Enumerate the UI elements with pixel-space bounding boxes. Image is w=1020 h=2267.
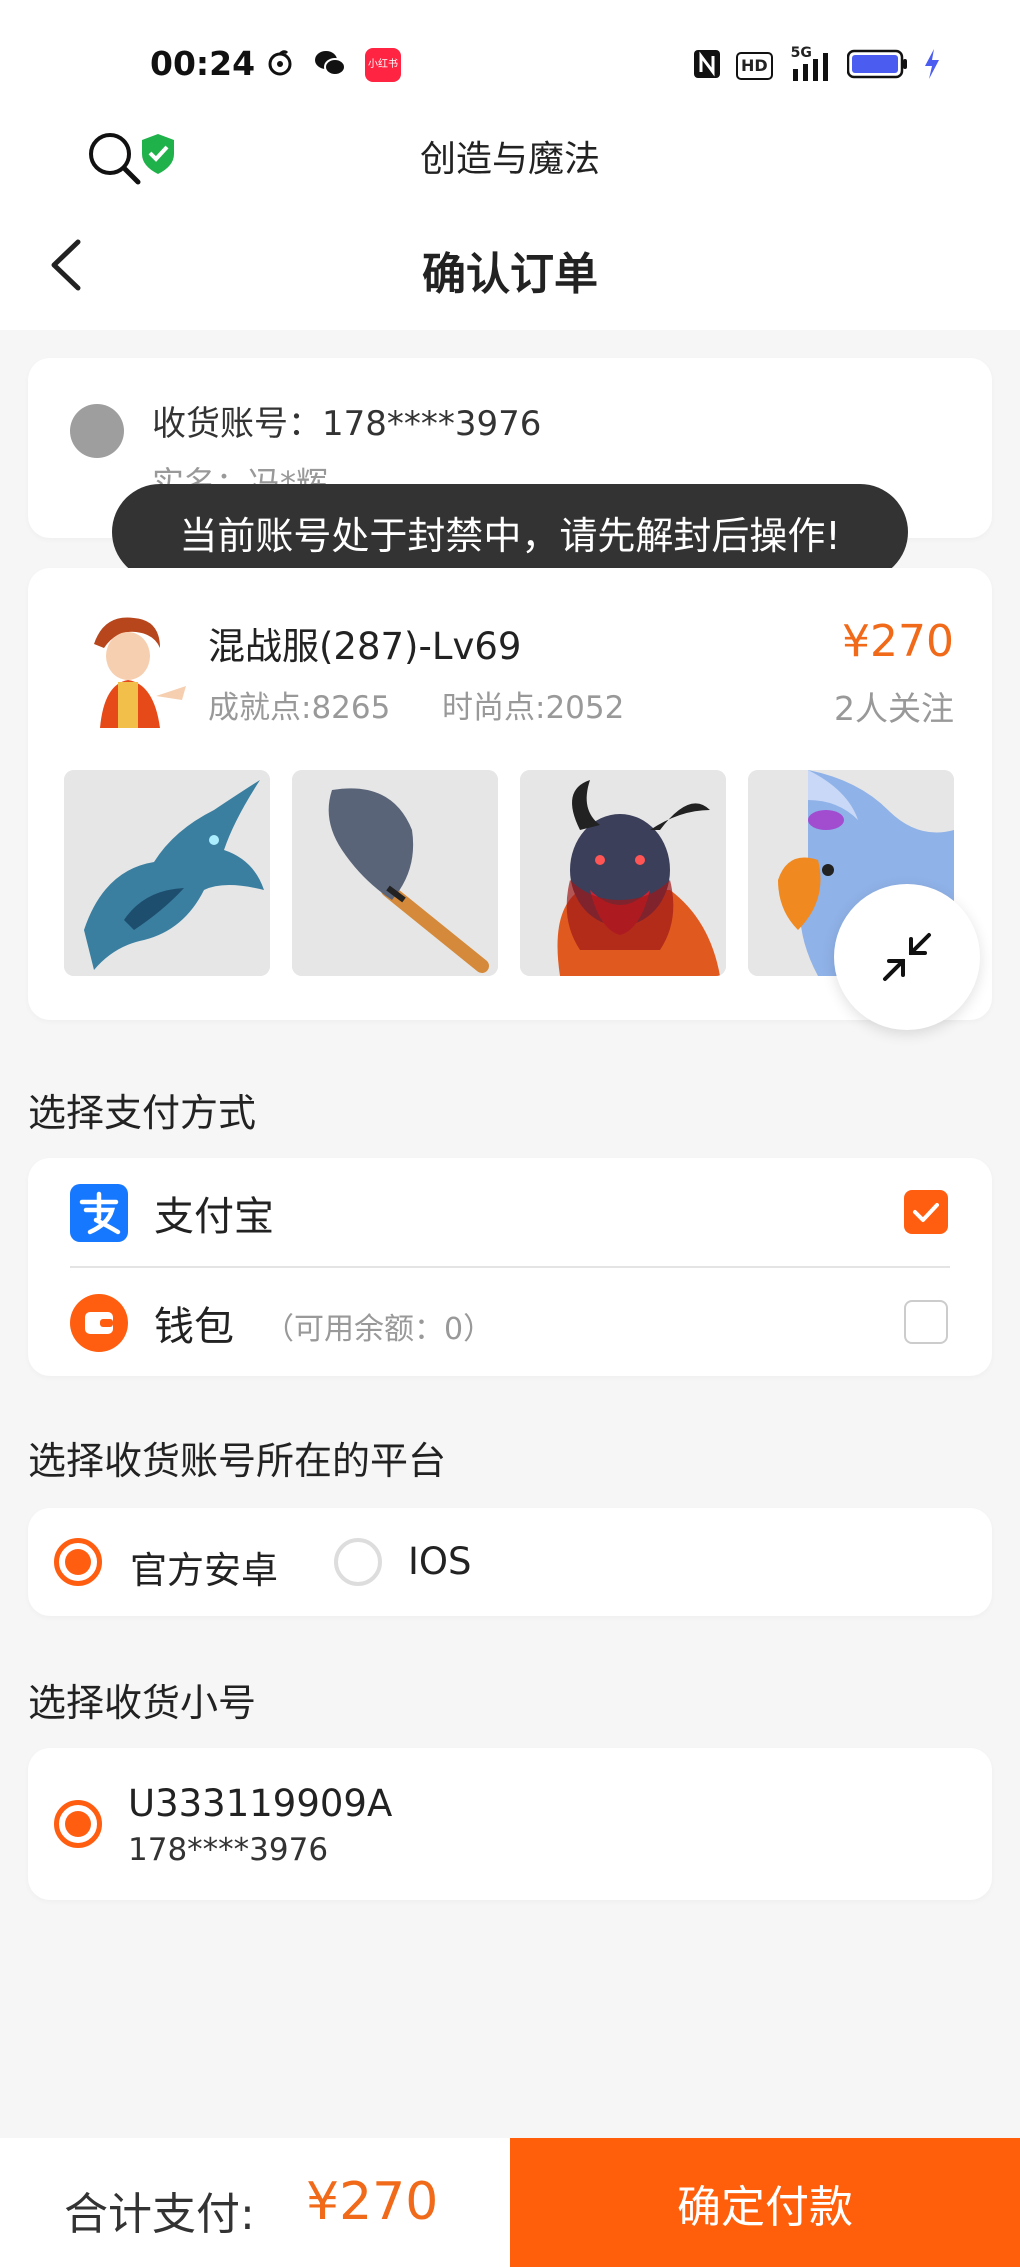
- confirm-pay-button[interactable]: 确定付款: [510, 2138, 1020, 2267]
- status-time: 00:24: [150, 44, 256, 83]
- alipay-icon: [70, 1184, 128, 1242]
- signal-5g-icon: 5G: [787, 45, 833, 83]
- alipay-option[interactable]: 支付宝: [28, 1158, 992, 1266]
- android-radio[interactable]: [54, 1538, 102, 1586]
- page-title: 确认订单: [422, 249, 598, 300]
- item-thumbnails: [64, 770, 954, 976]
- battery-icon: [846, 49, 909, 83]
- charging-icon: [923, 48, 941, 84]
- toast-message: 当前账号处于封禁中，请先解封后操作!: [112, 484, 908, 580]
- ice-dragon-thumbnail[interactable]: [64, 770, 270, 976]
- check-icon: [913, 1203, 939, 1222]
- sub-account-phone: 178****3976: [128, 1832, 329, 1868]
- achievement-points: 成就点:8265: [208, 690, 391, 726]
- hd-icon: HD: [736, 52, 773, 80]
- ios-label[interactable]: IOS: [408, 1540, 472, 1583]
- character-avatar: [64, 604, 188, 728]
- sub-account-radio[interactable]: [54, 1800, 102, 1848]
- android-label[interactable]: 官方安卓: [130, 1540, 278, 1594]
- demon-goat-thumbnail[interactable]: [520, 770, 726, 976]
- fashion-points: 时尚点:2052: [442, 690, 625, 726]
- payment-card: 支付宝 钱包 （可用余额：0）: [28, 1158, 992, 1376]
- shovel-thumbnail[interactable]: [292, 770, 498, 976]
- wallet-label: 钱包: [154, 1304, 234, 1350]
- total-amount: ¥270: [306, 2172, 439, 2232]
- total-label: 合计支付:: [64, 2189, 255, 2240]
- product-price: ¥270: [842, 616, 954, 667]
- wallet-icon: [70, 1294, 128, 1352]
- status-icons-right: HD 5G: [692, 45, 941, 84]
- collapse-button[interactable]: [834, 884, 980, 1030]
- sub-account-section-title: 选择收货小号: [28, 1681, 257, 1725]
- wallet-option[interactable]: 钱包 （可用余额：0）: [28, 1268, 992, 1376]
- avatar: [70, 404, 124, 458]
- delivery-account: 收货账号：178****3976: [152, 404, 542, 444]
- bottom-bar: 合计支付: ¥270 确定付款: [0, 2138, 1020, 2267]
- product-title: 混战服(287)-Lv69: [208, 625, 522, 668]
- platform-section-title: 选择收货账号所在的平台: [28, 1439, 447, 1483]
- wallet-balance-note: （可用余额：0）: [264, 1312, 494, 1347]
- netease-icon: [265, 48, 295, 82]
- ios-radio[interactable]: [334, 1538, 382, 1586]
- follower-count: 2人关注: [834, 689, 954, 728]
- xiaohongshu-icon: 小红书: [365, 48, 401, 82]
- wechat-icon: [313, 48, 347, 82]
- status-icons-left: 小红书: [265, 48, 401, 82]
- platform-card: 官方安卓 IOS: [28, 1508, 992, 1616]
- game-title: 创造与魔法: [419, 139, 600, 180]
- sub-account-id: U333119909A: [128, 1782, 393, 1825]
- payment-section-title: 选择支付方式: [28, 1091, 257, 1135]
- collapse-icon: [883, 933, 931, 981]
- alipay-label: 支付宝: [154, 1194, 274, 1240]
- nfc-icon: [692, 48, 722, 84]
- sub-account-card[interactable]: U333119909A 178****3976: [28, 1748, 992, 1900]
- alipay-checkbox[interactable]: [904, 1190, 948, 1234]
- wallet-checkbox[interactable]: [904, 1300, 948, 1344]
